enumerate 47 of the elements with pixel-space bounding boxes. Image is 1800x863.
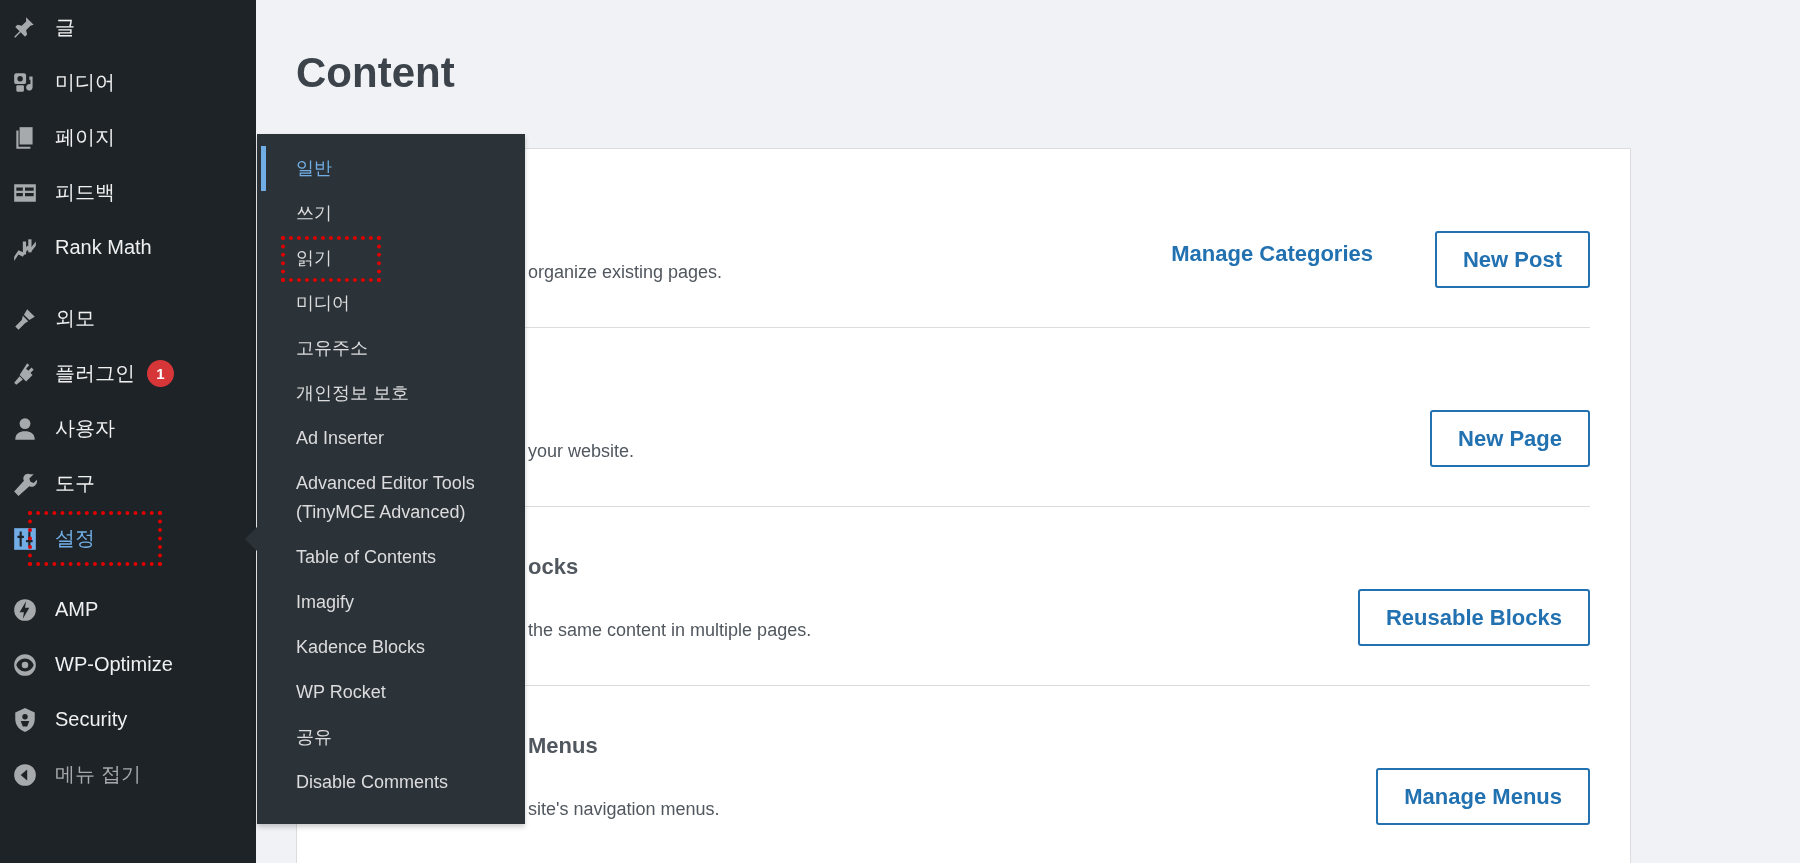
submenu-item[interactable]: Table of Contents bbox=[261, 535, 525, 580]
section-description: site's navigation menus. bbox=[528, 798, 720, 821]
section-heading: ocks bbox=[528, 553, 580, 581]
sidebar-item[interactable]: Rank Math bbox=[0, 220, 256, 275]
submenu-item[interactable]: Kadence Blocks bbox=[261, 625, 525, 670]
action-button[interactable]: New Page bbox=[1430, 410, 1590, 467]
manage-link[interactable]: Manage Categories bbox=[1171, 240, 1373, 267]
lightning-icon bbox=[12, 596, 38, 623]
submenu-item[interactable]: Ad Inserter bbox=[261, 416, 525, 461]
section-description: organize existing pages. bbox=[528, 261, 723, 284]
submenu-item[interactable]: 공유 bbox=[261, 715, 525, 760]
sidebar-item[interactable]: 글 bbox=[0, 0, 256, 55]
section-description: your website. bbox=[528, 440, 635, 463]
sidebar-item[interactable]: AMP bbox=[0, 582, 256, 637]
page-title: Content bbox=[296, 48, 456, 98]
sidebar-item[interactable]: 외모 bbox=[0, 291, 256, 346]
submenu-item[interactable]: 읽기 bbox=[261, 236, 525, 281]
submenu-item[interactable]: Disable Comments bbox=[261, 760, 525, 805]
sidebar-item[interactable]: 플러그인 1 bbox=[0, 346, 256, 401]
submenu-item[interactable]: Imagify bbox=[261, 580, 525, 625]
eye-icon bbox=[12, 651, 38, 678]
user-icon bbox=[12, 415, 38, 442]
sidebar-item[interactable]: Security bbox=[0, 692, 256, 747]
sidebar-item[interactable]: WP-Optimize bbox=[0, 637, 256, 692]
sidebar-item[interactable]: 미디어 bbox=[0, 55, 256, 110]
action-button[interactable]: Manage Menus bbox=[1376, 768, 1590, 825]
submenu-item[interactable]: WP Rocket bbox=[261, 670, 525, 715]
collapse-icon bbox=[12, 761, 38, 788]
section-description: the same content in multiple pages. bbox=[528, 619, 812, 642]
submenu-item[interactable]: 쓰기 bbox=[261, 191, 525, 236]
sidebar-item[interactable]: 도구 bbox=[0, 456, 256, 511]
submenu-item[interactable]: 개인정보 보호 bbox=[261, 371, 525, 416]
submenu-item[interactable]: 일반 bbox=[261, 146, 525, 191]
sidebar-item[interactable]: 메뉴 접기 bbox=[0, 747, 256, 802]
notification-badge: 1 bbox=[147, 360, 174, 387]
submenu-item[interactable]: 미디어 bbox=[261, 281, 525, 326]
action-button[interactable]: Reusable Blocks bbox=[1357, 589, 1590, 646]
settings-icon bbox=[12, 525, 38, 552]
sidebar-item[interactable]: 피드백 bbox=[0, 165, 256, 220]
sidebar-item[interactable]: 페이지 bbox=[0, 110, 256, 165]
sidebar-item[interactable]: 사용자 bbox=[0, 401, 256, 456]
section-heading: Menus bbox=[528, 732, 599, 760]
submenu-item[interactable]: Advanced Editor Tools (TinyMCE Advanced) bbox=[261, 461, 525, 535]
shield-icon bbox=[12, 706, 38, 733]
sidebar-item[interactable]: 설정 bbox=[0, 511, 256, 566]
action-button[interactable]: New Post bbox=[1434, 231, 1590, 288]
submenu-item[interactable]: 고유주소 bbox=[261, 326, 525, 371]
